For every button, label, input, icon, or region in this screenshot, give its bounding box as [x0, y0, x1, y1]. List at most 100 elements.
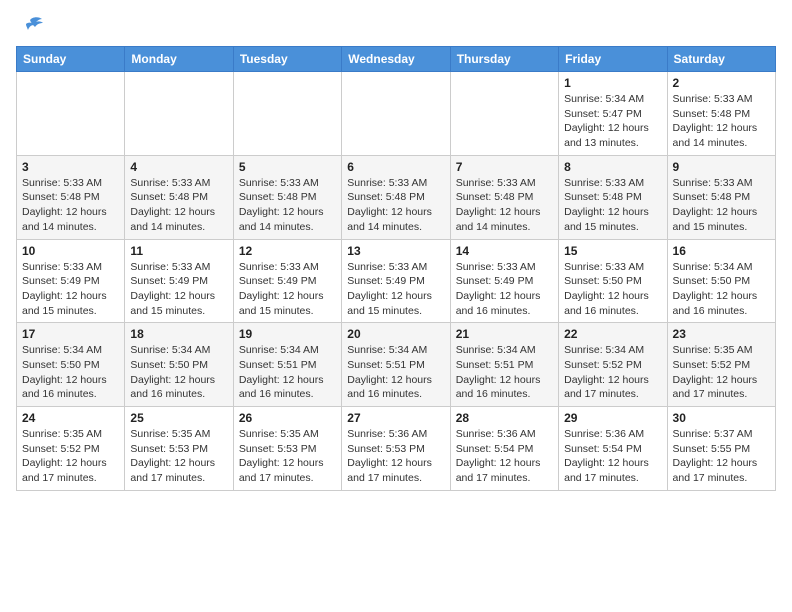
day-number: 9	[673, 160, 770, 174]
weekday-header-wednesday: Wednesday	[342, 47, 450, 72]
calendar-cell: 16Sunrise: 5:34 AMSunset: 5:50 PMDayligh…	[667, 239, 775, 323]
day-number: 25	[130, 411, 227, 425]
calendar-cell: 6Sunrise: 5:33 AMSunset: 5:48 PMDaylight…	[342, 155, 450, 239]
day-detail: Sunrise: 5:34 AMSunset: 5:51 PMDaylight:…	[456, 343, 553, 402]
day-number: 5	[239, 160, 336, 174]
day-number: 14	[456, 244, 553, 258]
weekday-header-tuesday: Tuesday	[233, 47, 341, 72]
day-number: 7	[456, 160, 553, 174]
calendar-cell: 20 Sunrise: 5:34 AMSunset: 5:51 PMDayligh…	[342, 323, 450, 407]
weekday-header-sunday: Sunday	[17, 47, 125, 72]
day-number: 22	[564, 327, 661, 341]
calendar-cell: 29Sunrise: 5:36 AMSunset: 5:54 PMDayligh…	[559, 407, 667, 491]
day-number: 11	[130, 244, 227, 258]
page-header	[16, 16, 776, 38]
calendar-cell: 28 Sunrise: 5:36 AMSunset: 5:54 PMDayligh…	[450, 407, 558, 491]
calendar-cell	[17, 72, 125, 156]
day-detail: Sunrise: 5:35 AMSunset: 5:52 PMDaylight:…	[673, 343, 770, 402]
day-number: 2	[673, 76, 770, 90]
day-detail: Sunrise: 5:33 AMSunset: 5:48 PMDaylight:…	[130, 176, 227, 235]
logo	[16, 16, 50, 38]
day-number: 3	[22, 160, 119, 174]
day-number: 8	[564, 160, 661, 174]
day-number: 23	[673, 327, 770, 341]
calendar-cell: 8 Sunrise: 5:33 AMSunset: 5:48 PMDaylight…	[559, 155, 667, 239]
calendar-week-2: 3 Sunrise: 5:33 AMSunset: 5:48 PMDaylight…	[17, 155, 776, 239]
calendar-cell: 15 Sunrise: 5:33 AMSunset: 5:50 PMDayligh…	[559, 239, 667, 323]
day-detail: Sunrise: 5:34 AMSunset: 5:52 PMDaylight:…	[564, 343, 661, 402]
day-detail: Sunrise: 5:33 AMSunset: 5:48 PMDaylight:…	[347, 176, 444, 235]
calendar-cell: 1 Sunrise: 5:34 AMSunset: 5:47 PMDaylight…	[559, 72, 667, 156]
day-number: 1	[564, 76, 661, 90]
day-detail: Sunrise: 5:36 AMSunset: 5:54 PMDaylight:…	[564, 427, 661, 486]
weekday-header-friday: Friday	[559, 47, 667, 72]
calendar-cell	[125, 72, 233, 156]
calendar-cell: 23 Sunrise: 5:35 AMSunset: 5:52 PMDayligh…	[667, 323, 775, 407]
day-detail: Sunrise: 5:33 AMSunset: 5:48 PMDaylight:…	[239, 176, 336, 235]
calendar-cell: 30Sunrise: 5:37 AMSunset: 5:55 PMDayligh…	[667, 407, 775, 491]
day-detail: Sunrise: 5:35 AMSunset: 5:53 PMDaylight:…	[130, 427, 227, 486]
calendar-cell: 24 Sunrise: 5:35 AMSunset: 5:52 PMDayligh…	[17, 407, 125, 491]
day-number: 10	[22, 244, 119, 258]
day-detail: Sunrise: 5:35 AMSunset: 5:53 PMDaylight:…	[239, 427, 336, 486]
day-number: 17	[22, 327, 119, 341]
day-number: 21	[456, 327, 553, 341]
calendar-cell: 14 Sunrise: 5:33 AMSunset: 5:49 PMDayligh…	[450, 239, 558, 323]
calendar-cell: 22 Sunrise: 5:34 AMSunset: 5:52 PMDayligh…	[559, 323, 667, 407]
calendar-cell: 17 Sunrise: 5:34 AMSunset: 5:50 PMDayligh…	[17, 323, 125, 407]
day-number: 4	[130, 160, 227, 174]
day-number: 19	[239, 327, 336, 341]
day-detail: Sunrise: 5:33 AMSunset: 5:48 PMDaylight:…	[456, 176, 553, 235]
day-detail: Sunrise: 5:33 AMSunset: 5:49 PMDaylight:…	[239, 260, 336, 319]
calendar-cell	[450, 72, 558, 156]
day-detail: Sunrise: 5:33 AMSunset: 5:48 PMDaylight:…	[673, 176, 770, 235]
day-detail: Sunrise: 5:34 AMSunset: 5:50 PMDaylight:…	[22, 343, 119, 402]
day-number: 20	[347, 327, 444, 341]
day-detail: Sunrise: 5:34 AMSunset: 5:51 PMDaylight:…	[239, 343, 336, 402]
day-detail: Sunrise: 5:36 AMSunset: 5:53 PMDaylight:…	[347, 427, 444, 486]
calendar-week-4: 17 Sunrise: 5:34 AMSunset: 5:50 PMDayligh…	[17, 323, 776, 407]
day-detail: Sunrise: 5:36 AMSunset: 5:54 PMDaylight:…	[456, 427, 553, 486]
day-detail: Sunrise: 5:34 AMSunset: 5:51 PMDaylight:…	[347, 343, 444, 402]
calendar-body: 1 Sunrise: 5:34 AMSunset: 5:47 PMDaylight…	[17, 72, 776, 491]
day-number: 18	[130, 327, 227, 341]
calendar-cell: 3 Sunrise: 5:33 AMSunset: 5:48 PMDaylight…	[17, 155, 125, 239]
day-detail: Sunrise: 5:37 AMSunset: 5:55 PMDaylight:…	[673, 427, 770, 486]
calendar-cell: 4 Sunrise: 5:33 AMSunset: 5:48 PMDaylight…	[125, 155, 233, 239]
day-number: 16	[673, 244, 770, 258]
calendar-table: SundayMondayTuesdayWednesdayThursdayFrid…	[16, 46, 776, 491]
day-detail: Sunrise: 5:33 AMSunset: 5:50 PMDaylight:…	[564, 260, 661, 319]
calendar-cell: 2 Sunrise: 5:33 AMSunset: 5:48 PMDaylight…	[667, 72, 775, 156]
day-detail: Sunrise: 5:33 AMSunset: 5:48 PMDaylight:…	[673, 92, 770, 151]
calendar-week-1: 1 Sunrise: 5:34 AMSunset: 5:47 PMDaylight…	[17, 72, 776, 156]
day-number: 13	[347, 244, 444, 258]
calendar-week-3: 10 Sunrise: 5:33 AMSunset: 5:49 PMDayligh…	[17, 239, 776, 323]
calendar-cell: 11Sunrise: 5:33 AMSunset: 5:49 PMDayligh…	[125, 239, 233, 323]
calendar-cell: 10 Sunrise: 5:33 AMSunset: 5:49 PMDayligh…	[17, 239, 125, 323]
day-number: 28	[456, 411, 553, 425]
calendar-cell: 19 Sunrise: 5:34 AMSunset: 5:51 PMDayligh…	[233, 323, 341, 407]
day-detail: Sunrise: 5:33 AMSunset: 5:49 PMDaylight:…	[22, 260, 119, 319]
calendar-cell	[233, 72, 341, 156]
calendar-cell: 18 Sunrise: 5:34 AMSunset: 5:50 PMDayligh…	[125, 323, 233, 407]
calendar-cell: 9 Sunrise: 5:33 AMSunset: 5:48 PMDaylight…	[667, 155, 775, 239]
general-blue-logo-icon	[16, 16, 44, 38]
day-number: 24	[22, 411, 119, 425]
day-detail: Sunrise: 5:34 AMSunset: 5:47 PMDaylight:…	[564, 92, 661, 151]
day-detail: Sunrise: 5:35 AMSunset: 5:52 PMDaylight:…	[22, 427, 119, 486]
calendar-cell: 27Sunrise: 5:36 AMSunset: 5:53 PMDayligh…	[342, 407, 450, 491]
weekday-header-saturday: Saturday	[667, 47, 775, 72]
day-number: 15	[564, 244, 661, 258]
calendar-header-row: SundayMondayTuesdayWednesdayThursdayFrid…	[17, 47, 776, 72]
day-detail: Sunrise: 5:34 AMSunset: 5:50 PMDaylight:…	[130, 343, 227, 402]
day-number: 26	[239, 411, 336, 425]
calendar-cell: 7 Sunrise: 5:33 AMSunset: 5:48 PMDaylight…	[450, 155, 558, 239]
day-detail: Sunrise: 5:33 AMSunset: 5:49 PMDaylight:…	[456, 260, 553, 319]
day-detail: Sunrise: 5:33 AMSunset: 5:48 PMDaylight:…	[564, 176, 661, 235]
day-detail: Sunrise: 5:33 AMSunset: 5:48 PMDaylight:…	[22, 176, 119, 235]
weekday-header-thursday: Thursday	[450, 47, 558, 72]
calendar-cell: 25 Sunrise: 5:35 AMSunset: 5:53 PMDayligh…	[125, 407, 233, 491]
calendar-cell	[342, 72, 450, 156]
calendar-cell: 12 Sunrise: 5:33 AMSunset: 5:49 PMDayligh…	[233, 239, 341, 323]
day-number: 12	[239, 244, 336, 258]
